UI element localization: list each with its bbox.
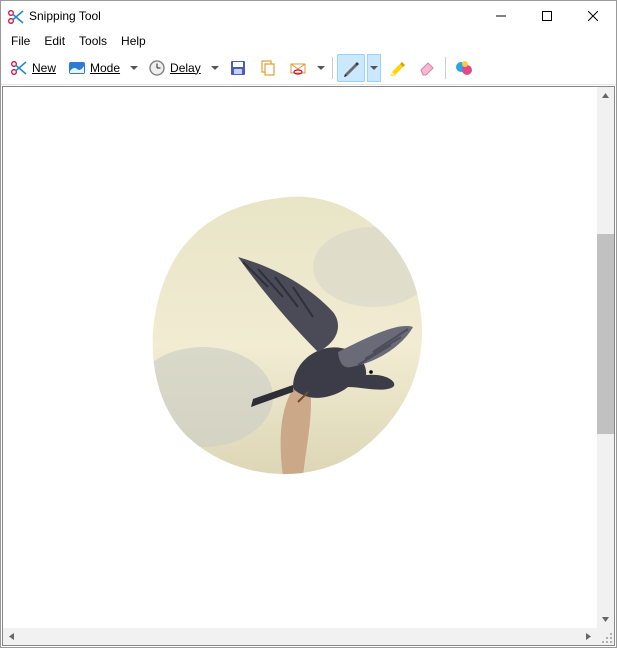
send-dropdown[interactable] bbox=[314, 54, 328, 82]
horizontal-scrollbar[interactable] bbox=[3, 628, 597, 645]
chevron-down-icon bbox=[130, 66, 138, 70]
send-button[interactable] bbox=[284, 54, 312, 82]
menu-help[interactable]: Help bbox=[115, 33, 152, 49]
chevron-down-icon bbox=[370, 66, 378, 70]
toolbar: New Mode Delay bbox=[1, 51, 616, 85]
resize-grip[interactable] bbox=[597, 628, 614, 645]
chevron-down-icon bbox=[211, 66, 219, 70]
save-icon bbox=[229, 59, 247, 77]
titlebar: Snipping Tool bbox=[1, 1, 616, 31]
clock-icon bbox=[148, 59, 166, 77]
snip-content bbox=[143, 187, 433, 477]
window-title: Snipping Tool bbox=[29, 9, 101, 23]
menu-tools[interactable]: Tools bbox=[73, 33, 113, 49]
scroll-up-arrow-icon[interactable] bbox=[597, 87, 614, 104]
toolbar-separator bbox=[445, 57, 446, 79]
pen-icon bbox=[342, 59, 360, 77]
highlighter-button[interactable] bbox=[383, 54, 411, 82]
scissors-icon bbox=[7, 8, 23, 24]
send-mail-icon bbox=[289, 59, 307, 77]
menu-bar: File Edit Tools Help bbox=[1, 31, 616, 51]
mode-button-label: Mode bbox=[90, 61, 120, 75]
scroll-down-arrow-icon[interactable] bbox=[597, 611, 614, 628]
scroll-thumb[interactable] bbox=[597, 234, 614, 434]
mode-button[interactable]: Mode bbox=[63, 54, 125, 82]
vertical-scrollbar[interactable] bbox=[597, 87, 614, 628]
delay-dropdown[interactable] bbox=[208, 54, 222, 82]
save-button[interactable] bbox=[224, 54, 252, 82]
delay-button[interactable]: Delay bbox=[143, 54, 206, 82]
toolbar-separator bbox=[332, 57, 333, 79]
highlighter-icon bbox=[388, 59, 406, 77]
scroll-left-arrow-icon[interactable] bbox=[3, 628, 20, 645]
maximize-button[interactable] bbox=[524, 1, 570, 31]
pen-button[interactable] bbox=[337, 54, 365, 82]
paint-3d-button[interactable] bbox=[450, 54, 478, 82]
copy-icon bbox=[259, 59, 277, 77]
minimize-button[interactable] bbox=[478, 1, 524, 31]
eraser-icon bbox=[418, 59, 436, 77]
menu-edit[interactable]: Edit bbox=[38, 33, 71, 49]
chevron-down-icon bbox=[317, 66, 325, 70]
new-button[interactable]: New bbox=[5, 54, 61, 82]
copy-button[interactable] bbox=[254, 54, 282, 82]
pen-dropdown[interactable] bbox=[367, 54, 381, 82]
delay-button-label: Delay bbox=[170, 61, 201, 75]
scroll-track[interactable] bbox=[20, 628, 580, 645]
menu-file[interactable]: File bbox=[5, 33, 36, 49]
eraser-button[interactable] bbox=[413, 54, 441, 82]
paint-3d-icon bbox=[455, 59, 473, 77]
snip-canvas[interactable] bbox=[2, 86, 615, 646]
close-button[interactable] bbox=[570, 1, 616, 31]
scissors-icon bbox=[10, 59, 28, 77]
scroll-track[interactable] bbox=[597, 104, 614, 611]
rectangle-mode-icon bbox=[68, 59, 86, 77]
scroll-right-arrow-icon[interactable] bbox=[580, 628, 597, 645]
mode-dropdown[interactable] bbox=[127, 54, 141, 82]
new-button-label: New bbox=[32, 61, 56, 75]
